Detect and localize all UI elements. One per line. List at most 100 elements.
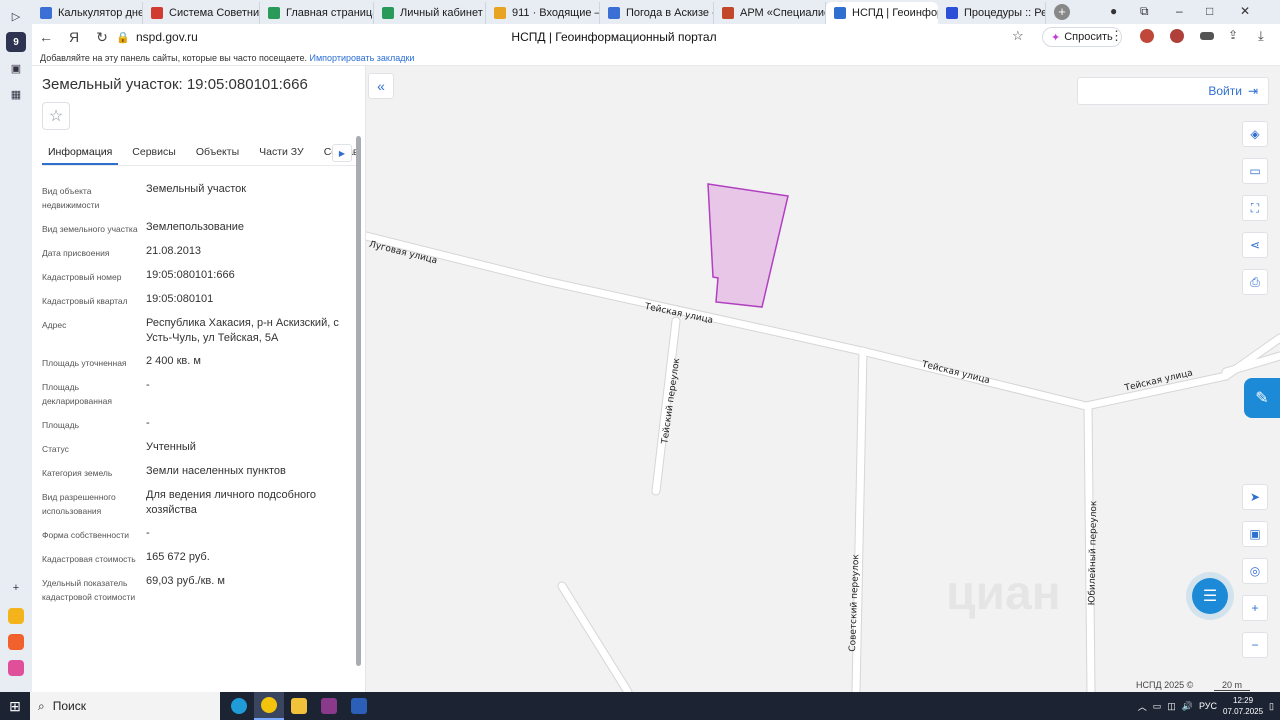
- system-tray: ︿ ▭ ◫ 🔊 РУС 12:29 07.07.2025 ▯: [1138, 692, 1274, 720]
- tab-objects[interactable]: Объекты: [190, 140, 245, 165]
- apps-grid-icon[interactable]: ▦: [6, 84, 26, 104]
- map-scale: 20 m: [1214, 680, 1251, 691]
- edge-app[interactable]: [224, 692, 254, 720]
- language-indicator[interactable]: РУС: [1199, 701, 1217, 711]
- profile-icon[interactable]: ●: [1110, 4, 1117, 18]
- land-parcel-polygon: [707, 183, 789, 308]
- tab-2[interactable]: Главная страница: [260, 2, 374, 24]
- url-text[interactable]: nspd.gov.ru: [136, 30, 198, 44]
- chat-icon[interactable]: ☰: [1192, 578, 1228, 614]
- minimize-icon[interactable]: –: [1176, 4, 1183, 18]
- new-tab-button[interactable]: +: [1054, 4, 1070, 20]
- property-row: Кадастровая стоимость 165 672 руб.: [42, 551, 210, 564]
- tab-0[interactable]: Калькулятор дней: [32, 2, 143, 24]
- import-bookmarks-link[interactable]: Импортировать закладки: [310, 53, 415, 63]
- network-icon[interactable]: ◫: [1167, 701, 1176, 712]
- tabs-scroll-right-icon[interactable]: ▶: [332, 144, 352, 162]
- tab-favicon-icon: [40, 7, 52, 19]
- word-icon: [351, 698, 367, 714]
- taskbar-search[interactable]: ⌕ Поиск: [30, 692, 220, 720]
- tab-6[interactable]: АРМ «Специалиста»: [714, 2, 826, 24]
- app-icon-1[interactable]: [8, 608, 24, 624]
- search-icon: ⌕: [38, 698, 45, 713]
- tab-strip: Калькулятор дней Система СоветникГ Главн…: [32, 0, 1280, 24]
- back-icon[interactable]: ←: [32, 29, 60, 45]
- info-panel: Земельный участок: 19:05:080101:666 ☆ Ин…: [32, 66, 366, 692]
- extension-icon-1[interactable]: [1140, 29, 1154, 43]
- ruler-icon[interactable]: ▭: [1242, 158, 1268, 184]
- notifications-icon[interactable]: ▯: [1269, 701, 1274, 712]
- tab-8[interactable]: Процедуры :: Реали: [938, 2, 1046, 24]
- more-menu-icon[interactable]: ⋮: [1110, 28, 1123, 44]
- road-minor: [558, 582, 632, 692]
- app-icon-3[interactable]: [8, 660, 24, 676]
- assistant-tab-icon[interactable]: ✎: [1244, 378, 1280, 418]
- collections-icon[interactable]: ▣: [6, 58, 26, 78]
- add-app-icon[interactable]: +: [6, 578, 26, 598]
- clock-date: 07.07.2025: [1223, 707, 1264, 716]
- tab-3[interactable]: Личный кабинет: [374, 2, 486, 24]
- winrar-app[interactable]: [314, 692, 344, 720]
- share-map-icon[interactable]: ⋖: [1242, 232, 1268, 258]
- address-bar: ← Я ↻ 🔒 nspd.gov.ru НСПД | Геоинформацио…: [32, 24, 1280, 50]
- reload-icon[interactable]: ↻: [88, 29, 116, 46]
- zoom-in-button[interactable]: +: [1242, 595, 1268, 621]
- close-window-icon[interactable]: ✕: [1240, 4, 1250, 18]
- collapse-panel-icon[interactable]: «: [368, 73, 394, 99]
- zoom-out-button[interactable]: −: [1242, 632, 1268, 658]
- navigate-icon[interactable]: ➤: [1242, 484, 1268, 510]
- bookmark-icon[interactable]: ☆: [1012, 28, 1024, 44]
- word-app[interactable]: [344, 692, 374, 720]
- extension-icon-2[interactable]: [1170, 29, 1184, 43]
- yandex-browser-app[interactable]: [254, 692, 284, 720]
- weather-icon: [608, 7, 620, 19]
- archive-icon: [321, 698, 337, 714]
- property-row: Статус Учтенный: [42, 441, 196, 454]
- panel-scrollbar[interactable]: [356, 136, 361, 666]
- map-view[interactable]: Луговая улица Тейская улица Тейская улиц…: [366, 66, 1280, 692]
- tab-favicon-icon: [268, 7, 280, 19]
- explorer-app[interactable]: [284, 692, 314, 720]
- print-icon[interactable]: ⎙: [1242, 269, 1268, 295]
- select-area-icon[interactable]: ⛶: [1242, 195, 1268, 221]
- tab-1[interactable]: Система СоветникГ: [143, 2, 260, 24]
- tab-4[interactable]: 911 · Входящие — Я: [486, 2, 600, 24]
- panel-title: Земельный участок: 19:05:080101:666: [42, 76, 308, 93]
- tab-5[interactable]: Погода в Аскизе - Р: [600, 2, 714, 24]
- map-copyright: НСПД 2025 ©: [1136, 680, 1194, 690]
- minimap-icon[interactable]: ▣: [1242, 521, 1268, 547]
- street-label-yubileyny-pereulok: Юбилейный переулок: [1087, 500, 1100, 606]
- collections-button-icon[interactable]: ⧉: [1140, 4, 1149, 19]
- tab-parts[interactable]: Части ЗУ: [253, 140, 310, 165]
- property-list: Вид объекта недвижимости Земельный участо…: [42, 182, 342, 612]
- tab-services[interactable]: Сервисы: [126, 140, 182, 165]
- locate-icon[interactable]: ◎: [1242, 558, 1268, 584]
- property-row: Удельный показатель кадастровой стоимост…: [42, 575, 225, 602]
- property-row: Вид разрешенного использования Для ведени…: [42, 489, 317, 516]
- battery-icon[interactable]: ▭: [1153, 701, 1162, 712]
- tab-7-active[interactable]: НСПД | Геоинфор✕: [826, 2, 938, 24]
- play-icon[interactable]: ▷: [6, 6, 26, 26]
- clock[interactable]: 12:29 07.07.2025: [1223, 695, 1263, 717]
- layers-icon[interactable]: ◈: [1242, 121, 1268, 147]
- mail-icon: [494, 7, 506, 19]
- property-row: Кадастровый квартал 19:05:080101: [42, 293, 214, 306]
- volume-icon[interactable]: 🔊: [1182, 701, 1193, 712]
- favorite-star-icon[interactable]: ☆: [42, 102, 70, 130]
- os-taskbar: ⊞ ⌕ Поиск ︿ ▭ ◫ 🔊 РУС 12:29 07.07.2025 ▯: [0, 692, 1280, 720]
- property-row: Площадь декларированная -: [42, 379, 150, 406]
- sidebar-badge[interactable]: 9: [6, 32, 26, 52]
- property-row: Вид земельного участка Землепользование: [42, 221, 245, 234]
- login-button[interactable]: Войти ⇥: [1077, 77, 1269, 105]
- extension-icon-3[interactable]: [1200, 32, 1214, 40]
- yandex-icon[interactable]: Я: [60, 29, 88, 45]
- app-icon-2[interactable]: [8, 634, 24, 650]
- download-icon[interactable]: ⤓: [1258, 28, 1264, 44]
- tray-expand-icon[interactable]: ︿: [1138, 700, 1147, 713]
- share-icon[interactable]: ⇪: [1228, 28, 1238, 42]
- maximize-icon[interactable]: □: [1206, 4, 1213, 18]
- login-icon: ⇥: [1247, 84, 1258, 98]
- tab-favicon-icon: [151, 7, 163, 19]
- windows-start-icon[interactable]: ⊞: [0, 698, 30, 715]
- tab-information[interactable]: Информация: [42, 140, 119, 165]
